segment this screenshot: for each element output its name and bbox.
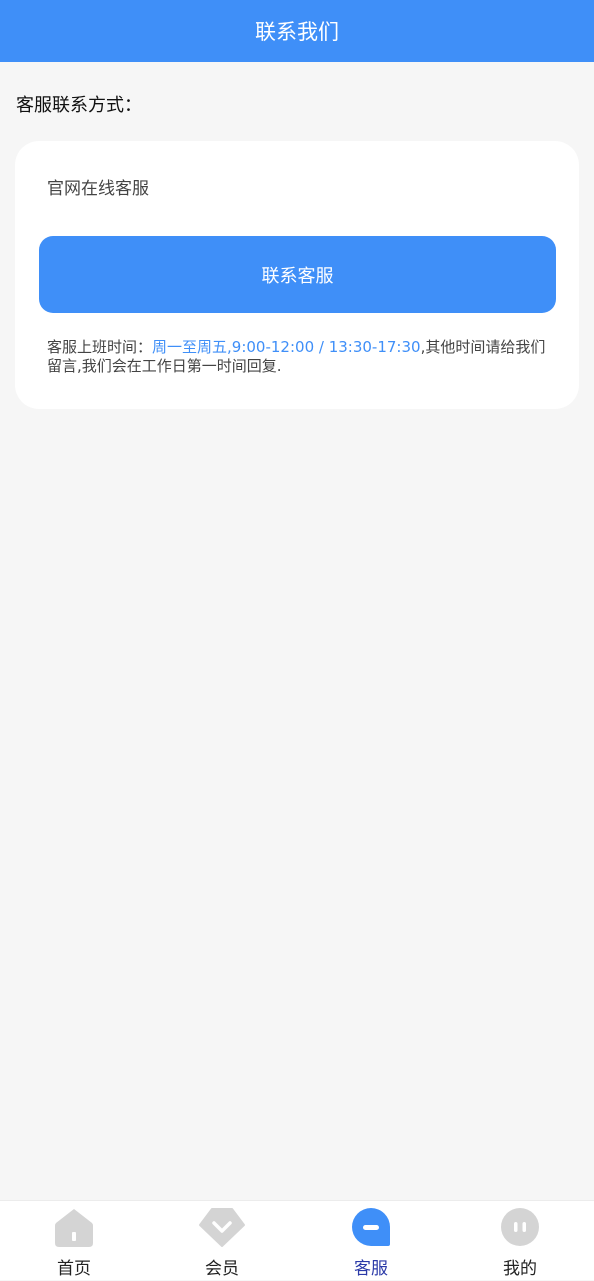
tab-service[interactable]: 客服	[297, 1201, 445, 1281]
tab-home[interactable]: 首页	[0, 1201, 148, 1281]
contact-card: 官网在线客服 联系客服 客服上班时间：周一至周五,9:00-12:00 / 13…	[15, 141, 579, 409]
tab-member-label: 会员	[205, 1259, 239, 1279]
contact-service-button[interactable]: 联系客服	[39, 236, 556, 313]
section-label: 客服联系方式：	[16, 95, 142, 116]
bottom-tab-bar: 首页 会员 客服 我的	[0, 1200, 594, 1280]
card-title: 官网在线客服	[47, 179, 149, 199]
tab-member[interactable]: 会员	[148, 1201, 296, 1281]
service-hours-text: 客服上班时间：周一至周五,9:00-12:00 / 13:30-17:30,其他…	[47, 338, 547, 376]
tab-home-label: 首页	[57, 1259, 91, 1279]
home-icon	[55, 1209, 93, 1247]
face-icon	[501, 1208, 539, 1246]
chat-icon	[352, 1208, 390, 1246]
hours-prefix: 客服上班时间：	[47, 338, 153, 356]
page-title: 联系我们	[255, 20, 339, 44]
diamond-icon	[199, 1208, 245, 1247]
hours-highlight: 周一至周五,9:00-12:00 / 13:30-17:30	[152, 338, 421, 356]
tab-mine[interactable]: 我的	[446, 1201, 594, 1281]
title-bar: 联系我们	[0, 0, 594, 62]
tab-mine-label: 我的	[503, 1259, 537, 1279]
tab-service-label: 客服	[354, 1259, 388, 1279]
